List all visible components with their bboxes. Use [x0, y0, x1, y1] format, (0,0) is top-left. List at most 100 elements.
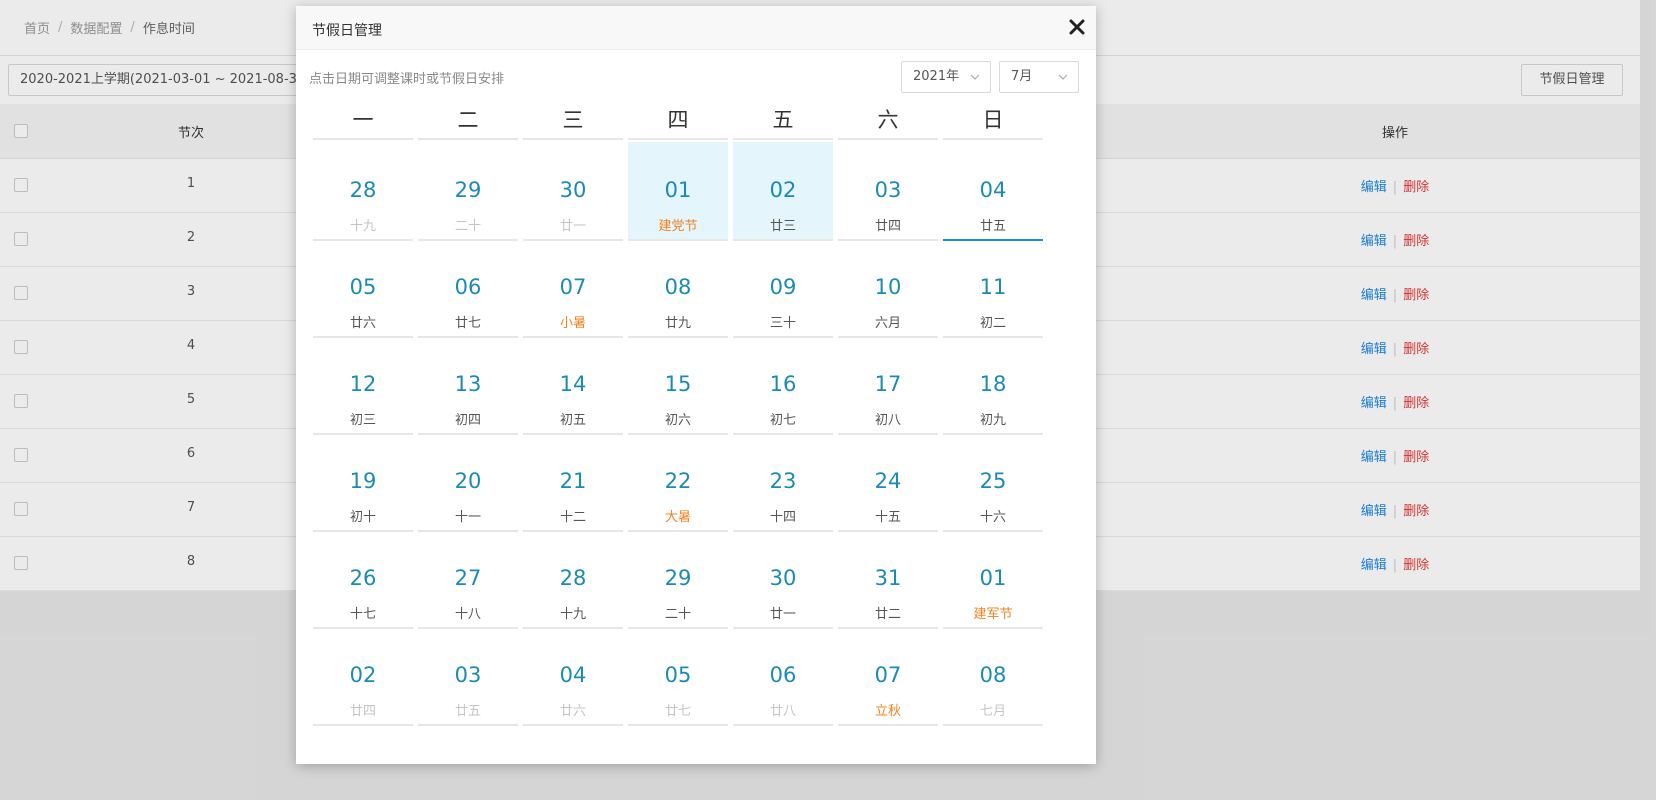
calendar-day[interactable]: 03 廿五: [418, 627, 518, 726]
month-select[interactable]: 7月: [999, 61, 1079, 93]
month-value: 7月: [1011, 69, 1033, 84]
calendar-day[interactable]: 30 廿一: [733, 530, 833, 629]
calendar-day[interactable]: 25 十六: [943, 433, 1043, 532]
day-number: 14: [559, 372, 587, 396]
calendar-day[interactable]: 08 廿九: [628, 239, 728, 338]
lunar-date: 廿三: [769, 219, 796, 234]
day-number: 04: [979, 178, 1007, 202]
calendar-day[interactable]: 21 十二: [523, 433, 623, 532]
year-select[interactable]: 2021年: [901, 61, 991, 93]
calendar-day[interactable]: 12 初三: [313, 336, 413, 435]
day-number: 27: [454, 566, 482, 590]
day-number: 15: [664, 372, 692, 396]
day-number: 08: [979, 663, 1007, 687]
calendar-day[interactable]: 19 初十: [313, 433, 413, 532]
lunar-date: 廿七: [664, 704, 691, 719]
day-number: 23: [769, 469, 797, 493]
day-number: 29: [454, 178, 482, 202]
calendar-day[interactable]: 18 初九: [943, 336, 1043, 435]
lunar-date: 廿五: [979, 219, 1006, 234]
lunar-date: 十八: [454, 607, 481, 622]
lunar-date: 初十: [349, 510, 376, 525]
day-number: 02: [769, 178, 797, 202]
day-number: 05: [349, 275, 377, 299]
lunar-date: 初四: [454, 413, 481, 428]
weekday-header: 六: [838, 108, 938, 140]
lunar-date: 初二: [979, 316, 1006, 331]
day-number: 10: [874, 275, 902, 299]
calendar-day[interactable]: 04 廿五: [943, 142, 1043, 241]
lunar-date: 初五: [559, 413, 586, 428]
day-number: 02: [349, 663, 377, 687]
lunar-date: 七月: [979, 704, 1006, 719]
lunar-date: 六月: [874, 316, 901, 331]
calendar-day[interactable]: 14 初五: [523, 336, 623, 435]
day-number: 17: [874, 372, 902, 396]
weekday-header: 三: [523, 108, 623, 140]
calendar-day[interactable]: 15 初六: [628, 336, 728, 435]
day-number: 06: [769, 663, 797, 687]
calendar-day[interactable]: 03 廿四: [838, 142, 938, 241]
calendar-day[interactable]: 02 廿三: [733, 142, 833, 241]
day-number: 18: [979, 372, 1007, 396]
day-number: 20: [454, 469, 482, 493]
year-value: 2021年: [913, 69, 960, 84]
day-number: 28: [349, 178, 377, 202]
calendar-day[interactable]: 06 廿八: [733, 627, 833, 726]
calendar-day[interactable]: 11 初二: [943, 239, 1043, 338]
calendar-day[interactable]: 17 初八: [838, 336, 938, 435]
lunar-date: 立秋: [874, 704, 901, 719]
close-icon[interactable]: [1068, 18, 1086, 36]
calendar-day[interactable]: 01 建党节: [628, 142, 728, 241]
day-number: 08: [664, 275, 692, 299]
weekday-header: 二: [418, 108, 518, 140]
calendar-day[interactable]: 31 廿二: [838, 530, 938, 629]
day-number: 03: [874, 178, 902, 202]
calendar-day[interactable]: 30 廿一: [523, 142, 623, 241]
lunar-date: 廿二: [874, 607, 901, 622]
lunar-date: 十六: [979, 510, 1006, 525]
calendar-day[interactable]: 02 廿四: [313, 627, 413, 726]
lunar-date: 十一: [454, 510, 481, 525]
calendar-day[interactable]: 24 十五: [838, 433, 938, 532]
day-number: 22: [664, 469, 692, 493]
calendar-day[interactable]: 20 十一: [418, 433, 518, 532]
lunar-date: 廿八: [769, 704, 796, 719]
day-number: 19: [349, 469, 377, 493]
lunar-date: 初三: [349, 413, 376, 428]
calendar-day[interactable]: 05 廿七: [628, 627, 728, 726]
calendar-day[interactable]: 23 十四: [733, 433, 833, 532]
calendar-day[interactable]: 06 廿七: [418, 239, 518, 338]
calendar-day[interactable]: 01 建军节: [943, 530, 1043, 629]
calendar-day[interactable]: 08 七月: [943, 627, 1043, 726]
calendar-day[interactable]: 07 立秋: [838, 627, 938, 726]
lunar-date: 初八: [874, 413, 901, 428]
calendar-day[interactable]: 05 廿六: [313, 239, 413, 338]
day-number: 07: [559, 275, 587, 299]
calendar-day[interactable]: 04 廿六: [523, 627, 623, 726]
weekday-header: 一: [313, 108, 413, 140]
lunar-date: 初六: [664, 413, 691, 428]
day-number: 16: [769, 372, 797, 396]
lunar-date: 小暑: [559, 316, 586, 331]
calendar-day[interactable]: 26 十七: [313, 530, 413, 629]
calendar-day[interactable]: 28 十九: [313, 142, 413, 241]
calendar-day[interactable]: 13 初四: [418, 336, 518, 435]
holiday-modal: 节假日管理 点击日期可调整课时或节假日安排 2021年 7月 一二三四五六日 28…: [296, 6, 1096, 764]
calendar-day[interactable]: 22 大暑: [628, 433, 728, 532]
calendar-day[interactable]: 10 六月: [838, 239, 938, 338]
calendar-day[interactable]: 29 二十: [418, 142, 518, 241]
calendar-day[interactable]: 27 十八: [418, 530, 518, 629]
modal-header: 节假日管理: [296, 6, 1096, 50]
calendar-day[interactable]: 29 二十: [628, 530, 728, 629]
weekday-header: 四: [628, 108, 728, 140]
lunar-date: 十二: [559, 510, 586, 525]
calendar-day[interactable]: 16 初七: [733, 336, 833, 435]
lunar-date: 二十: [454, 219, 481, 234]
weekday-header: 五: [733, 108, 833, 140]
lunar-date: 十四: [769, 510, 796, 525]
day-number: 29: [664, 566, 692, 590]
calendar-day[interactable]: 07 小暑: [523, 239, 623, 338]
calendar-day[interactable]: 28 十九: [523, 530, 623, 629]
calendar-day[interactable]: 09 三十: [733, 239, 833, 338]
